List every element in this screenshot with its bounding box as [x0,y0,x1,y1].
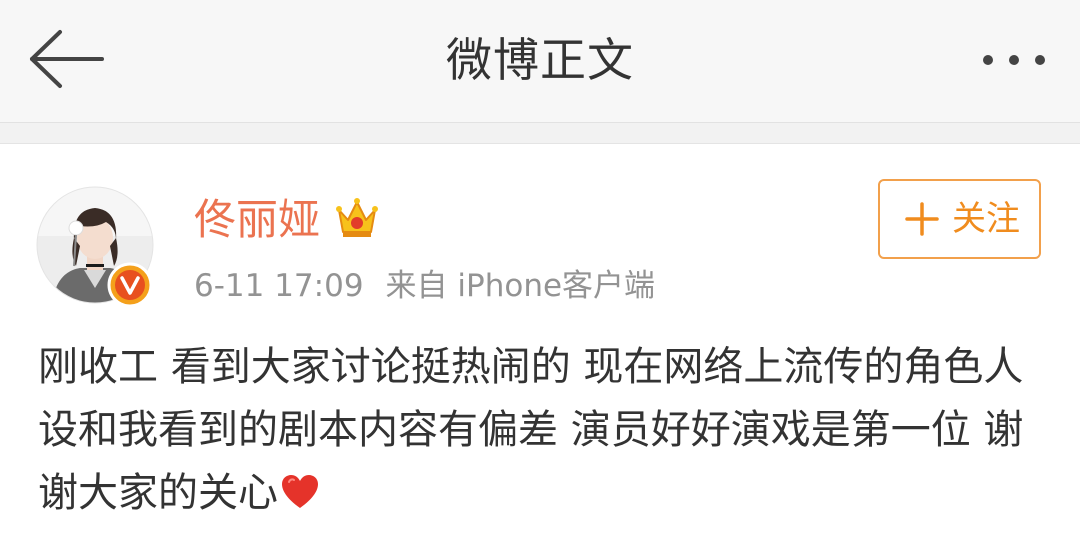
post-card: 佟丽娅 6-11 17:09 来自 iPhone客户端 关注 刚收工 看到大家讨论… [0,144,1080,555]
verified-v-icon [107,262,153,308]
author-name[interactable]: 佟丽娅 [194,192,320,248]
follow-label: 关注 [952,199,1020,239]
post-text: 刚收工 看到大家讨论挺热闹的 现在网络上流传的角色人设和我看到的剧本内容有偏差 … [38,344,1024,516]
more-dots-icon [983,55,1045,65]
nav-bar: 微博正文 [0,0,1080,123]
page-title: 微博正文 [446,33,634,87]
post-source: 来自 iPhone客户端 [385,268,656,304]
post-meta: 6-11 17:09 来自 iPhone客户端 [194,266,655,306]
crown-icon[interactable] [333,194,381,242]
post-body: 刚收工 看到大家讨论挺热闹的 现在网络上流传的角色人设和我看到的剧本内容有偏差 … [38,336,1048,525]
section-divider [0,123,1080,144]
heart-icon [280,474,320,510]
follow-button[interactable]: 关注 [878,179,1041,259]
more-button[interactable] [978,42,1050,78]
plus-icon [904,201,940,237]
post-time: 6-11 17:09 [194,268,364,304]
